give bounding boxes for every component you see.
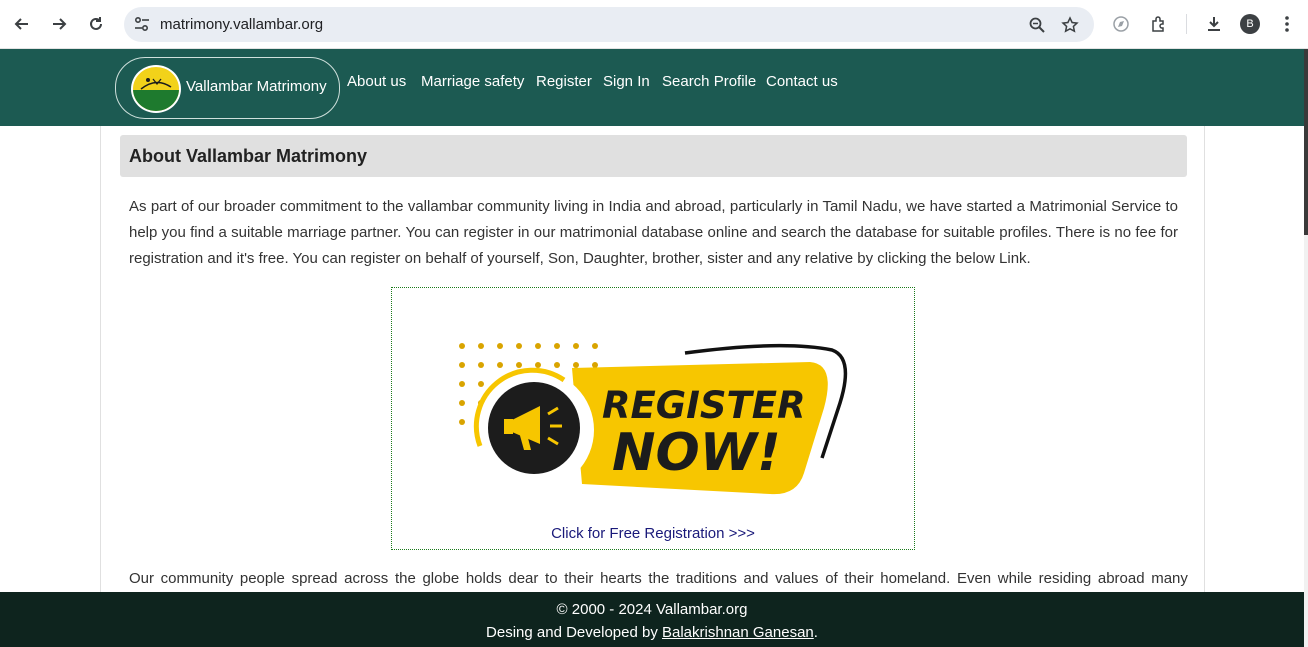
forward-icon[interactable] xyxy=(45,10,73,38)
credit-line: Desing and Developed by Balakrishnan Gan… xyxy=(0,624,1304,641)
kebab-menu-icon[interactable] xyxy=(1275,12,1299,36)
reload-icon[interactable] xyxy=(82,10,110,38)
compass-icon[interactable] xyxy=(1109,12,1133,36)
credit-prefix: Desing and Developed by xyxy=(486,624,662,641)
free-registration-link[interactable]: Click for Free Registration >>> xyxy=(392,525,914,542)
nav-contact-us[interactable]: Contact us xyxy=(766,73,838,90)
toolbar-divider xyxy=(1186,14,1187,34)
brand-name[interactable]: Vallambar Matrimony xyxy=(186,78,327,95)
scrollbar-thumb[interactable] xyxy=(1304,49,1308,235)
site-settings-icon[interactable] xyxy=(133,15,151,33)
profile-avatar[interactable]: B xyxy=(1240,14,1260,34)
nav-register[interactable]: Register xyxy=(536,73,592,90)
site-header: Vallambar Matrimony About us Marriage sa… xyxy=(0,49,1304,126)
bookmark-star-icon[interactable] xyxy=(1059,14,1081,36)
brand-link[interactable]: Vallambar Matrimony xyxy=(115,57,340,119)
main-content: About Vallambar Matrimony As part of our… xyxy=(100,126,1205,592)
page-title: About Vallambar Matrimony xyxy=(129,146,368,166)
section-heading: About Vallambar Matrimony xyxy=(120,135,1187,177)
url-text[interactable]: matrimony.vallambar.org xyxy=(160,16,323,33)
copyright-text: © 2000 - 2024 Vallambar.org xyxy=(556,601,748,618)
registration-card[interactable]: REGISTER NOW! Click for Free Registratio… xyxy=(391,287,915,550)
site-footer: © 2000 - 2024 Vallambar.org Desing and D… xyxy=(0,592,1304,647)
back-icon[interactable] xyxy=(8,10,36,38)
nav-about-us[interactable]: About us xyxy=(347,73,406,90)
download-icon[interactable] xyxy=(1202,12,1226,36)
nav-sign-in[interactable]: Sign In xyxy=(603,73,650,90)
extensions-icon[interactable] xyxy=(1147,12,1171,36)
nav-marriage-safety[interactable]: Marriage safety xyxy=(421,73,524,90)
register-now-banner[interactable]: REGISTER NOW! xyxy=(452,328,872,518)
browser-toolbar: matrimony.vallambar.org B xyxy=(0,0,1308,49)
banner-line2: NOW! xyxy=(612,423,781,483)
zoom-icon[interactable] xyxy=(1026,14,1048,36)
logo-icon xyxy=(131,65,181,113)
credit-suffix: . xyxy=(813,624,818,641)
community-paragraph: Our community people spread across the g… xyxy=(129,570,1188,587)
nav-search-profile[interactable]: Search Profile xyxy=(662,73,756,90)
banner-line1: REGISTER xyxy=(602,384,806,427)
address-bar[interactable]: matrimony.vallambar.org xyxy=(124,7,1094,42)
intro-paragraph: As part of our broader commitment to the… xyxy=(129,198,1178,267)
developer-link[interactable]: Balakrishnan Ganesan xyxy=(662,624,814,641)
